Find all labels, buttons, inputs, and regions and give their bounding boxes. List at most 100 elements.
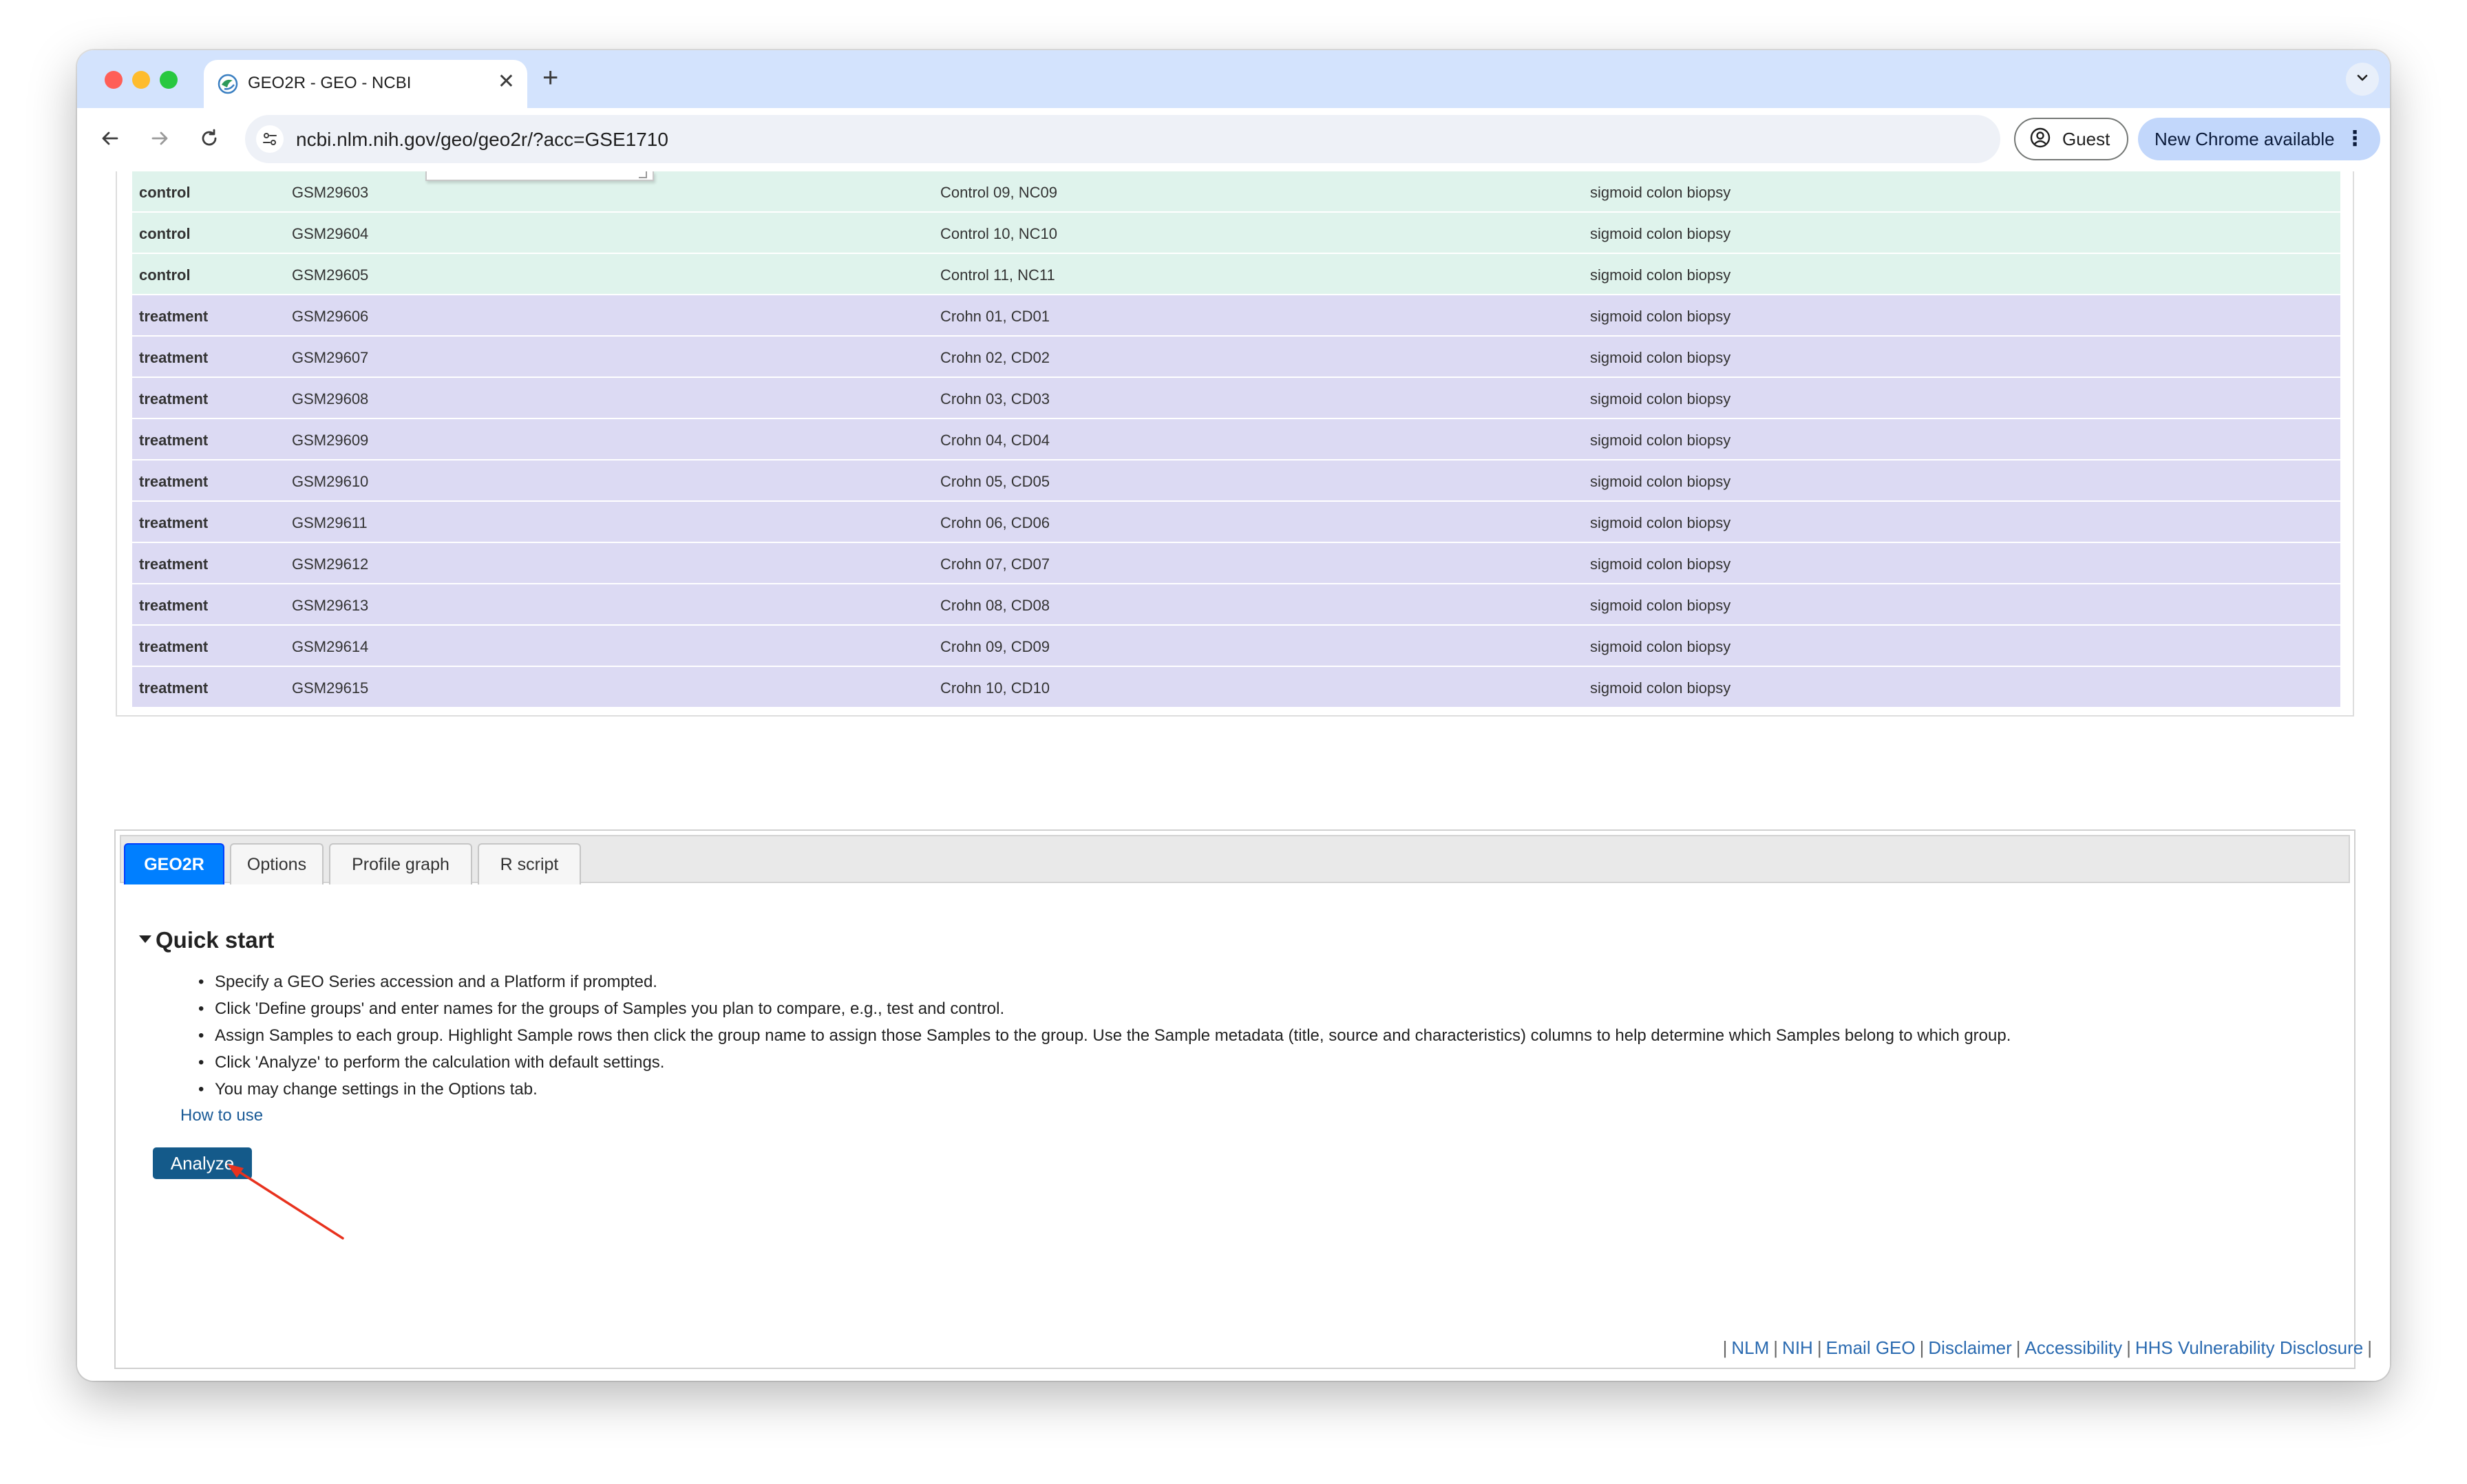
table-row[interactable]: treatment GSM29608 Crohn 03, CD03 sigmoid c… (132, 378, 2340, 419)
new-tab-button[interactable]: + (542, 63, 558, 93)
resize-handle-icon (639, 171, 647, 178)
browser-window: GEO2R - GEO - NCBI ✕ + ncbi.nlm.nih.gov/… (77, 50, 2390, 1381)
footer-link[interactable]: NIH (1782, 1337, 1813, 1358)
sample-title-cell: Crohn 02, CD02 (940, 349, 1050, 366)
tab-r-script[interactable]: R script (478, 843, 581, 884)
close-tab-icon[interactable]: ✕ (498, 70, 515, 94)
sample-group-cell: treatment (139, 473, 209, 490)
table-row[interactable]: treatment GSM29613 Crohn 08, CD08 sigmoid c… (132, 584, 2340, 626)
footer-link[interactable]: HHS Vulnerability Disclosure (2135, 1337, 2363, 1358)
list-item: Assign Samples to each group. Highlight … (198, 1022, 2011, 1049)
table-row[interactable]: control GSM29604 Control 10, NC10 sigmoid c… (132, 213, 2340, 254)
sample-title-cell: Control 09, NC09 (940, 184, 1057, 201)
sample-accession-cell: GSM29609 (292, 432, 369, 449)
tab-geo2r[interactable]: GEO2R - GEO - NCBI ✕ (204, 60, 527, 108)
tune-icon[interactable] (256, 125, 284, 153)
footer-separator: | (1919, 1337, 1925, 1358)
sample-accession-cell: GSM29603 (292, 184, 369, 201)
browser-toolbar: ncbi.nlm.nih.gov/geo/geo2r/?acc=GSE1710 … (77, 108, 2390, 173)
url-text[interactable]: ncbi.nlm.nih.gov/geo/geo2r/?acc=GSE1710 (296, 129, 668, 151)
sample-group-cell: treatment (139, 308, 209, 325)
sample-source-cell: sigmoid colon biopsy (1590, 225, 1731, 242)
sample-source-cell: sigmoid colon biopsy (1590, 184, 1731, 201)
tab-search-button[interactable] (2346, 63, 2379, 96)
sample-accession-cell: GSM29607 (292, 349, 369, 366)
sample-accession-cell: GSM29611 (292, 514, 368, 531)
arrow-right-icon (149, 128, 170, 152)
geo2r-panel: GEO2R Options Profile graph R script Qui… (114, 829, 2355, 1369)
address-bar[interactable]: ncbi.nlm.nih.gov/geo/geo2r/?acc=GSE1710 (245, 115, 2000, 163)
sample-accession-cell: GSM29615 (292, 679, 369, 697)
annotation-arrow-icon (227, 1164, 344, 1240)
minimize-window-button[interactable] (132, 71, 150, 89)
update-label: New Chrome available (2154, 128, 2335, 149)
sample-source-cell: sigmoid colon biopsy (1590, 555, 1731, 573)
sample-source-cell: sigmoid colon biopsy (1590, 432, 1731, 449)
footer-separator: | (2126, 1337, 2131, 1358)
table-row[interactable]: treatment GSM29609 Crohn 04, CD04 sigmoid c… (132, 419, 2340, 460)
sample-group-cell: treatment (139, 390, 209, 407)
reload-button[interactable] (191, 122, 227, 158)
table-row[interactable]: treatment GSM29612 Crohn 07, CD07 sigmoid c… (132, 543, 2340, 584)
list-item: Click 'Analyze' to perform the calculati… (198, 1049, 2011, 1076)
table-row[interactable]: control GSM29605 Control 11, NC11 sigmoid c… (132, 254, 2340, 295)
footer-separator: | (2015, 1337, 2021, 1358)
footer-link[interactable]: Disclaimer (1928, 1337, 2011, 1358)
sample-source-cell: sigmoid colon biopsy (1590, 266, 1731, 284)
arrow-left-icon (100, 128, 120, 152)
sample-title-cell: Crohn 09, CD09 (940, 638, 1050, 655)
forward-button[interactable] (142, 122, 178, 158)
table-row[interactable]: treatment GSM29606 Crohn 01, CD01 sigmoid c… (132, 295, 2340, 337)
sample-title-cell: Control 10, NC10 (940, 225, 1057, 242)
footer-separator: | (1773, 1337, 1779, 1358)
sample-title-cell: Crohn 04, CD04 (940, 432, 1050, 449)
quick-start-list: Specify a GEO Series accession and a Pla… (198, 968, 2011, 1103)
sample-group-cell: treatment (139, 514, 209, 531)
sample-group-cell: treatment (139, 597, 209, 614)
footer-link[interactable]: Email GEO (1826, 1337, 1916, 1358)
sample-title-cell: Crohn 01, CD01 (940, 308, 1050, 325)
sample-accession-cell: GSM29612 (292, 555, 369, 573)
guest-profile-button[interactable]: Guest (2014, 118, 2128, 160)
sample-accession-cell: GSM29608 (292, 390, 369, 407)
sample-source-cell: sigmoid colon biopsy (1590, 679, 1731, 697)
sample-accession-cell: GSM29614 (292, 638, 369, 655)
sample-accession-cell: GSM29605 (292, 266, 369, 284)
sample-source-cell: sigmoid colon biopsy (1590, 597, 1731, 614)
footer-separator: | (1817, 1337, 1822, 1358)
table-row[interactable]: treatment GSM29614 Crohn 09, CD09 sigmoid c… (132, 626, 2340, 667)
back-button[interactable] (92, 122, 128, 158)
more-menu-icon[interactable]: ⋮ (2344, 127, 2365, 151)
close-window-button[interactable] (105, 71, 123, 89)
table-row[interactable]: treatment GSM29615 Crohn 10, CD10 sigmoid c… (132, 667, 2340, 708)
sample-group-cell: control (139, 266, 191, 284)
sample-title-cell: Crohn 07, CD07 (940, 555, 1050, 573)
sample-group-cell: treatment (139, 555, 209, 573)
footer-link[interactable]: Accessibility (2025, 1337, 2123, 1358)
tab-title: GEO2R - GEO - NCBI (248, 74, 412, 92)
sample-source-cell: sigmoid colon biopsy (1590, 308, 1731, 325)
sample-group-cell: treatment (139, 349, 209, 366)
sample-source-cell: sigmoid colon biopsy (1590, 473, 1731, 490)
footer-links: | NLM | NIH | Email GEO | Disclaimer | Accessibil… (1719, 1337, 2376, 1359)
sample-accession-cell: GSM29604 (292, 225, 369, 242)
sample-source-cell: sigmoid colon biopsy (1590, 514, 1731, 531)
dropdown-menu-edge (425, 171, 654, 181)
sample-accession-cell: GSM29606 (292, 308, 369, 325)
table-row[interactable]: treatment GSM29611 Crohn 06, CD06 sigmoid c… (132, 502, 2340, 543)
list-item: You may change settings in the Options t… (198, 1076, 2011, 1103)
sample-title-cell: Control 11, NC11 (940, 266, 1055, 284)
sample-accession-cell: GSM29613 (292, 597, 369, 614)
tab-strip: GEO2R - GEO - NCBI ✕ + (77, 50, 2390, 108)
sample-group-cell: treatment (139, 679, 209, 697)
maximize-window-button[interactable] (160, 71, 178, 89)
sample-source-cell: sigmoid colon biopsy (1590, 390, 1731, 407)
table-row[interactable]: treatment GSM29607 Crohn 02, CD02 sigmoid c… (132, 337, 2340, 378)
sample-accession-cell: GSM29610 (292, 473, 369, 490)
table-row[interactable]: treatment GSM29610 Crohn 05, CD05 sigmoid c… (132, 460, 2340, 502)
footer-link[interactable]: NLM (1731, 1337, 1769, 1358)
sample-group-cell: control (139, 225, 191, 242)
footer-separator: | (2367, 1337, 2372, 1358)
new-chrome-available-button[interactable]: New Chrome available ⋮ (2138, 118, 2380, 160)
chevron-down-icon (2355, 70, 2370, 89)
